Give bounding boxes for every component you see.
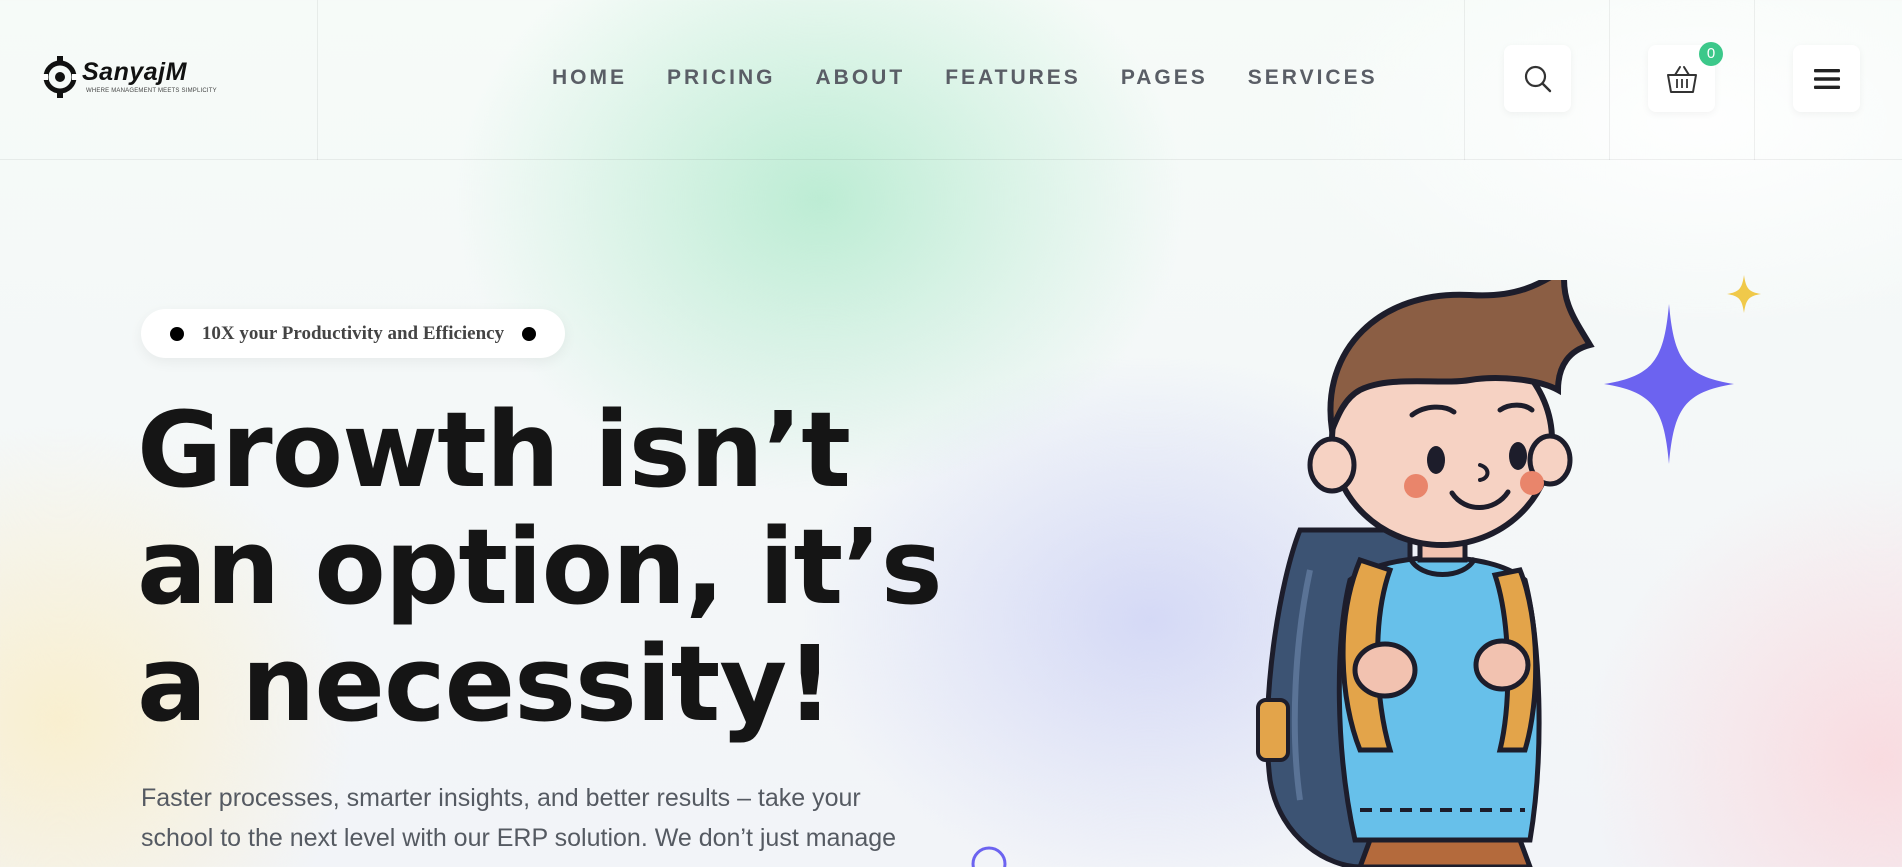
cart-button[interactable]: 0 [1648, 42, 1723, 112]
search-button[interactable] [1504, 45, 1571, 112]
student-boy-illustration [1256, 280, 1595, 867]
decorative-ring-icon [971, 846, 1007, 867]
menu-button[interactable] [1793, 45, 1860, 112]
cart-count-badge: 0 [1699, 42, 1723, 66]
badge-dot [522, 326, 537, 341]
brand-logo[interactable]: SanyajM WHERE MANAGEMENT MEETS SIMPLICIT… [40, 54, 230, 104]
nav-pages[interactable]: PAGES [1121, 66, 1208, 90]
logo-mark-icon [40, 56, 80, 98]
hero-badge-text: 10X your Productivity and Efficiency [201, 322, 505, 344]
hero-title-line: a necessity! [137, 623, 834, 745]
hero-title-line: an option, it’s [137, 506, 943, 628]
header-divider [317, 0, 318, 160]
header-divider [1609, 0, 1610, 160]
badge-dot [169, 326, 184, 341]
nav-about[interactable]: ABOUT [816, 66, 906, 90]
search-icon [1524, 65, 1551, 92]
nav-services[interactable]: SERVICES [1248, 66, 1378, 90]
hamburger-icon [1813, 68, 1840, 89]
hero-title: Growth isn’t an option, it’s a necessity… [137, 392, 957, 743]
header-divider [1754, 0, 1755, 160]
small-star-icon [1727, 275, 1761, 313]
nav-home[interactable]: HOME [552, 66, 627, 90]
site-header: SanyajM WHERE MANAGEMENT MEETS SIMPLICIT… [0, 0, 1902, 160]
basket-icon [1666, 65, 1697, 93]
hero-title-line: Growth isn’t [137, 389, 851, 511]
main-nav: HOME PRICING ABOUT FEATURES PAGES SERVIC… [552, 66, 1418, 90]
nav-pricing[interactable]: PRICING [667, 66, 776, 90]
brand-name: SanyajM [82, 58, 187, 86]
hero-description: Faster processes, smarter insights, and … [141, 784, 897, 852]
header-divider [1464, 0, 1465, 160]
brand-tagline: WHERE MANAGEMENT MEETS SIMPLICITY [86, 88, 217, 94]
nav-features[interactable]: FEATURES [945, 66, 1081, 90]
hero-badge: 10X your Productivity and Efficiency [141, 309, 565, 358]
